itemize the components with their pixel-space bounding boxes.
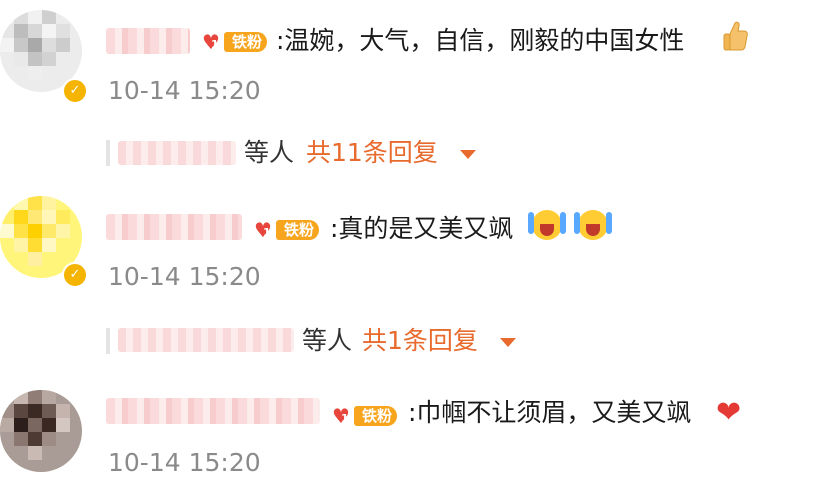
cheering-face-icon (528, 208, 566, 242)
username-blurred[interactable] (106, 214, 242, 240)
fan-badge[interactable]: ♥ 1 铁粉 (252, 218, 320, 242)
chevron-down-icon[interactable] (500, 338, 516, 347)
fan-badge-label: 铁粉 (276, 220, 320, 240)
comment-timestamp: 10-14 15:20 (108, 448, 261, 477)
view-replies-link[interactable]: 共11条回复 (306, 138, 438, 168)
fan-level-icon: ♥ 1 (332, 404, 350, 428)
username-blurred[interactable] (106, 398, 320, 424)
comment-text: :温婉，大气，自信，刚毅的中国女性 (276, 26, 685, 55)
red-heart-icon: ❤ (716, 395, 742, 430)
reply-username-blurred[interactable] (118, 141, 236, 165)
fan-badge[interactable]: ♥ 1 铁粉 (330, 404, 398, 428)
fan-badge[interactable]: ♥ 1 铁粉 (200, 30, 268, 54)
reply-divider (106, 140, 110, 166)
username-blurred[interactable] (106, 28, 190, 54)
chevron-down-icon[interactable] (460, 150, 476, 159)
view-replies-link[interactable]: 共1条回复 (362, 326, 478, 356)
thumbs-up-icon (723, 21, 748, 51)
fan-level-icon: ♥ 1 (254, 218, 272, 242)
reply-username-blurred[interactable] (118, 328, 294, 352)
cheering-face-icon (574, 208, 612, 242)
reply-suffix: 等人 (244, 138, 295, 167)
fan-badge-label: 铁粉 (354, 406, 398, 426)
comment-list: ✓ ♥ 1 铁粉 :温婉，大气，自信，刚毅的中国女性 10-14 15:20 等… (0, 0, 825, 500)
fan-badge-label: 铁粉 (224, 32, 268, 52)
reply-divider (106, 328, 110, 354)
reply-suffix: 等人 (302, 326, 353, 355)
fan-level-icon: ♥ 1 (202, 30, 220, 54)
comment-text: :真的是又美又飒 (330, 214, 514, 243)
comment-timestamp: 10-14 15:20 (108, 262, 261, 291)
comment-text: :巾帼不让须眉，又美又飒 (408, 398, 692, 427)
verified-badge-icon: ✓ (62, 262, 88, 288)
verified-badge-icon: ✓ (62, 78, 88, 104)
comment-timestamp: 10-14 15:20 (108, 76, 261, 105)
avatar[interactable] (0, 390, 82, 472)
